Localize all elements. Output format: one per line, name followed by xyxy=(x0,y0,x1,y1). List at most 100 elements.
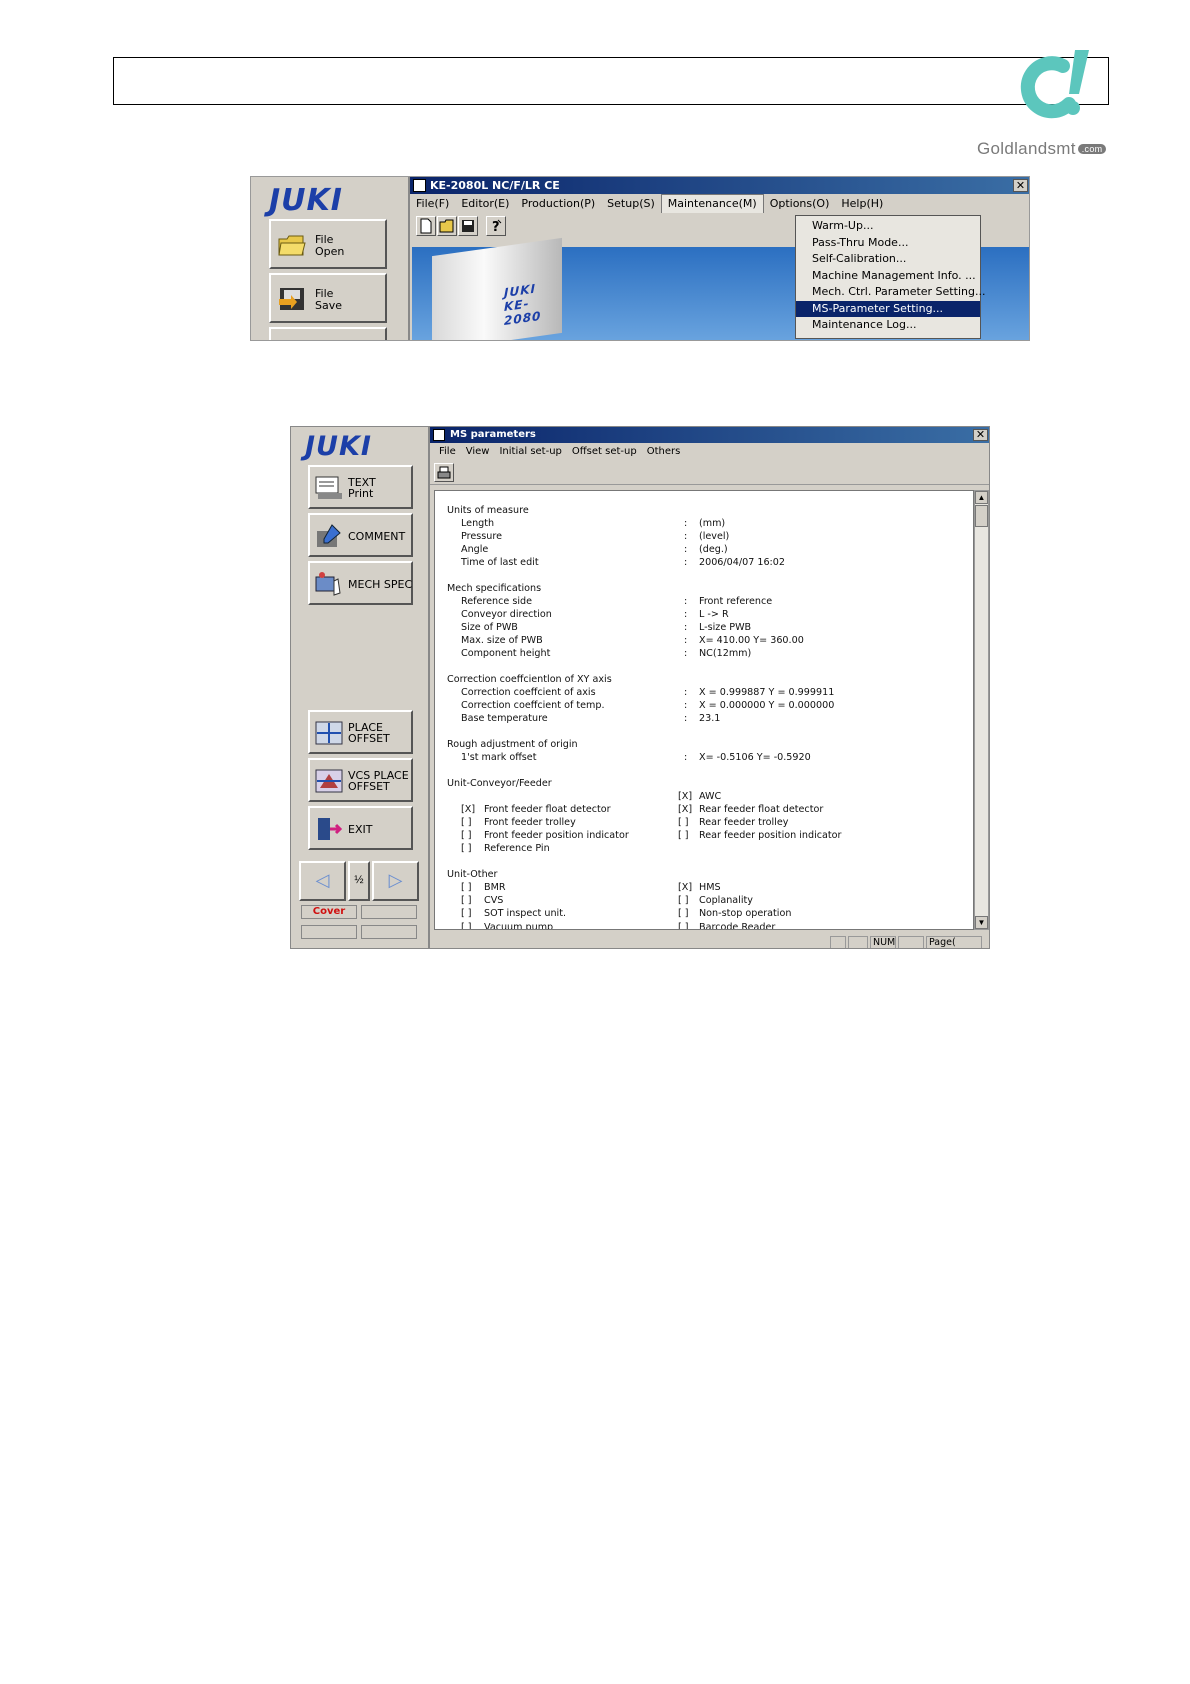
menu-options[interactable]: Options(O) xyxy=(764,194,836,213)
close-icon[interactable]: ✕ xyxy=(1013,179,1028,192)
exit-icon xyxy=(318,818,343,840)
param-label: Angle xyxy=(461,544,489,555)
param-label: Correction coeffcient of temp. xyxy=(461,700,605,711)
save-file-button[interactable] xyxy=(458,216,478,236)
place-offset-line2: OFFSET xyxy=(348,732,390,745)
file-open-button[interactable]: File Open xyxy=(269,219,387,269)
param-value: (mm) xyxy=(699,518,726,529)
place-offset-button[interactable]: PLACE OFFSET xyxy=(308,710,413,754)
brand-logo: Goldlandsmt .com xyxy=(975,46,1125,164)
svg-text:?: ? xyxy=(492,220,500,234)
menu-item-self-calibration[interactable]: Self-Calibration... xyxy=(796,251,980,268)
param-colon: : xyxy=(684,544,688,555)
close-icon[interactable]: ✕ xyxy=(973,429,988,441)
help-button[interactable]: ? xyxy=(486,216,506,236)
checkbox-state: [ ] xyxy=(461,843,472,854)
open-icon xyxy=(439,219,454,233)
menu-item-mech-ctrl[interactable]: Mech. Ctrl. Parameter Setting... xyxy=(796,284,985,301)
param-value: 23.1 xyxy=(699,713,721,724)
text-print-button[interactable]: TEXT Print xyxy=(308,465,413,509)
printer-icon xyxy=(437,466,451,479)
param-value: X = 0.999887 Y = 0.999911 xyxy=(699,687,835,698)
option-label: Front feeder trolley xyxy=(484,817,576,828)
checkbox-state: [X] xyxy=(461,804,476,815)
menu-bar: File(F) Editor(E) Production(P) Setup(S)… xyxy=(410,194,1029,213)
exit-button[interactable]: EXIT xyxy=(308,806,413,850)
folder-open-icon xyxy=(278,235,306,256)
param-label: Length xyxy=(461,518,495,529)
menu-file[interactable]: File xyxy=(434,443,461,461)
prev-page-button[interactable]: ◁ xyxy=(299,861,346,901)
option-label: Reference Pin xyxy=(484,843,550,854)
comment-icon xyxy=(317,524,341,547)
section-heading: Mech specifications xyxy=(447,583,542,594)
param-colon: : xyxy=(684,531,688,542)
scroll-thumb[interactable] xyxy=(975,505,988,527)
print-button[interactable] xyxy=(434,463,454,482)
app-icon xyxy=(413,179,426,192)
menu-bar: File View Initial set-up Offset set-up O… xyxy=(430,443,989,461)
menu-view[interactable]: View xyxy=(461,443,495,461)
vertical-scrollbar[interactable]: ▲ ▼ xyxy=(974,490,989,930)
section-heading: Rough adjustment of origin xyxy=(447,739,578,750)
menu-item-machine-management[interactable]: Machine Management Info. ... xyxy=(796,268,980,285)
window-titlebar: KE-2080L NC/F/LR CE ✕ xyxy=(410,177,1029,194)
vcs-place-offset-button[interactable]: VCS PLACE OFFSET xyxy=(308,758,413,802)
ms-parameters-window: MS parameters ✕ File View Initial set-up… xyxy=(428,427,989,948)
menu-help[interactable]: Help(H) xyxy=(835,194,889,213)
page-tab-2[interactable] xyxy=(361,905,417,919)
param-value: 2006/04/07 16:02 xyxy=(699,557,785,568)
page-header-box xyxy=(113,57,1109,105)
menu-item-pass-thru[interactable]: Pass-Thru Mode... xyxy=(796,235,980,252)
menu-production[interactable]: Production(P) xyxy=(515,194,601,213)
param-label: Component height xyxy=(461,648,551,659)
option-label: Rear feeder position indicator xyxy=(699,830,842,841)
checkbox-state: [ ] xyxy=(678,895,689,906)
ms-parameters-screenshot: JUKI TEXT Print COMMENT MECH SPEC PLACE … xyxy=(290,426,990,949)
side-button-partial[interactable] xyxy=(269,327,387,340)
file-save-button[interactable]: File Save xyxy=(269,273,387,323)
window-title: KE-2080L NC/F/LR CE xyxy=(430,179,560,192)
save-icon xyxy=(462,220,474,232)
status-cell xyxy=(898,936,924,948)
menu-file[interactable]: File(F) xyxy=(410,194,455,213)
option-label: Front feeder float detector xyxy=(484,804,611,815)
page-tab-4[interactable] xyxy=(361,925,417,939)
page-tab-cover[interactable]: Cover xyxy=(301,905,357,919)
menu-item-warm-up[interactable]: Warm-Up... xyxy=(796,218,980,235)
brand-mark-icon xyxy=(1020,50,1089,119)
menu-editor[interactable]: Editor(E) xyxy=(455,194,515,213)
param-label: Max. size of PWB xyxy=(461,635,543,646)
comment-button[interactable]: COMMENT xyxy=(308,513,413,557)
mech-spec-button[interactable]: MECH SPEC xyxy=(308,561,413,605)
machine-illustration: JUKI KE-2080 xyxy=(432,237,562,340)
option-label: BMR xyxy=(484,882,506,893)
menu-item-ms-parameter[interactable]: MS-Parameter Setting... xyxy=(796,300,980,317)
section-heading: Correction coeffcientlon of XY axis xyxy=(447,674,612,685)
checkbox-state: [ ] xyxy=(461,830,472,841)
checkbox-state: [X] xyxy=(678,882,693,893)
checkbox-state: [ ] xyxy=(461,882,472,893)
menu-maintenance[interactable]: Maintenance(M) xyxy=(660,194,764,213)
new-file-button[interactable] xyxy=(416,216,436,236)
menu-setup[interactable]: Setup(S) xyxy=(601,194,661,213)
page-tab-3[interactable] xyxy=(301,925,357,939)
scroll-up-icon[interactable]: ▲ xyxy=(975,491,988,504)
menu-item-maintenance-log[interactable]: Maintenance Log... xyxy=(796,317,980,334)
open-file-button[interactable] xyxy=(437,216,457,236)
brand-name: Goldlandsmt .com xyxy=(977,139,1107,159)
toolbar xyxy=(430,461,989,485)
option-label: Non-stop operation xyxy=(699,908,792,919)
main-app-screenshot: JUKI File Open File Save KE-2080L NC/F/L… xyxy=(250,176,1030,341)
param-value: X= -0.5106 Y= -0.5920 xyxy=(699,752,811,763)
machine-logo: JUKI KE-2080 xyxy=(504,281,542,329)
option-label: HMS xyxy=(699,882,721,893)
next-page-button[interactable]: ▷ xyxy=(372,861,419,901)
option-label: Vacuum pump xyxy=(484,922,554,930)
status-cell xyxy=(830,936,846,948)
status-num: NUM xyxy=(870,936,896,948)
menu-initial-setup[interactable]: Initial set-up xyxy=(494,443,566,461)
menu-others[interactable]: Others xyxy=(642,443,686,461)
menu-offset-setup[interactable]: Offset set-up xyxy=(567,443,642,461)
scroll-down-icon[interactable]: ▼ xyxy=(975,916,988,929)
